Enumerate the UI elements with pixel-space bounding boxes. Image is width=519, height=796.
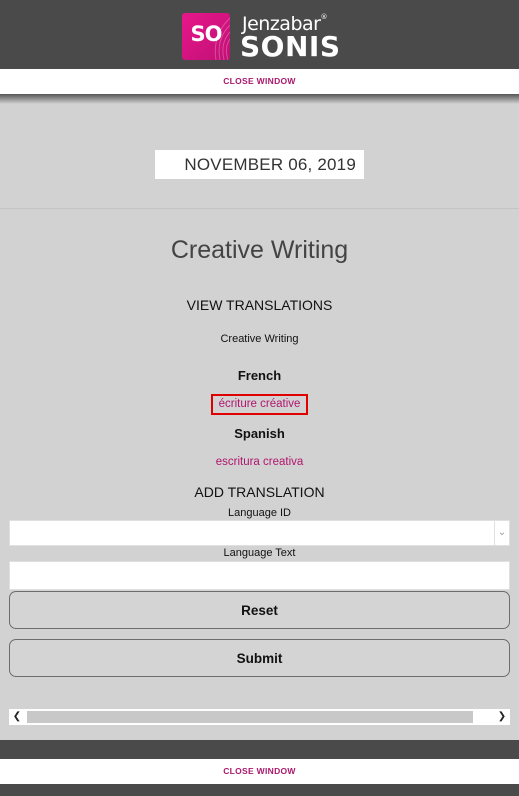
language-heading-spanish: Spanish (234, 426, 285, 441)
footer-band (0, 740, 519, 759)
course-name: Creative Writing (220, 333, 299, 345)
chevron-right-icon[interactable]: ❯ (494, 709, 510, 725)
close-window-link-bottom[interactable]: CLOSE WINDOW (0, 759, 519, 784)
trademark-symbol: ® (320, 13, 327, 21)
main-content: NOVEMBER 06, 2019 Creative Writing VIEW … (0, 104, 519, 740)
horizontal-scrollbar[interactable]: ❮ ❯ (9, 709, 510, 725)
footer-bottom (0, 784, 519, 796)
translation-link-spanish[interactable]: escritura creativa (0, 456, 519, 468)
sonis-logo-icon: SO (182, 13, 230, 60)
logo-initials: SO (190, 22, 223, 46)
date-display: NOVEMBER 06, 2019 (155, 150, 364, 179)
language-heading-french: French (237, 368, 282, 383)
translation-link-french[interactable]: écriture créative (211, 394, 308, 415)
add-translation-heading: ADD TRANSLATION (194, 484, 325, 500)
chevron-left-icon[interactable]: ❮ (9, 709, 25, 725)
submit-button[interactable]: Submit (9, 639, 510, 677)
divider (0, 208, 519, 209)
language-id-select[interactable]: ⌄ (9, 520, 510, 546)
language-id-label: Language ID (228, 507, 291, 519)
scrollbar-thumb[interactable] (27, 711, 473, 723)
chevron-down-icon: ⌄ (494, 521, 509, 545)
header-shadow (0, 94, 519, 104)
close-window-link-top[interactable]: CLOSE WINDOW (0, 69, 519, 94)
language-text-label: Language Text (223, 547, 296, 559)
reset-button[interactable]: Reset (9, 591, 510, 629)
app-header: SO Jenzabar® SONIS (0, 0, 519, 69)
product-name: SONIS (240, 30, 341, 63)
language-text-input[interactable] (9, 561, 510, 590)
page-title: Creative Writing (170, 236, 349, 264)
view-translations-heading: VIEW TRANSLATIONS (186, 297, 333, 313)
